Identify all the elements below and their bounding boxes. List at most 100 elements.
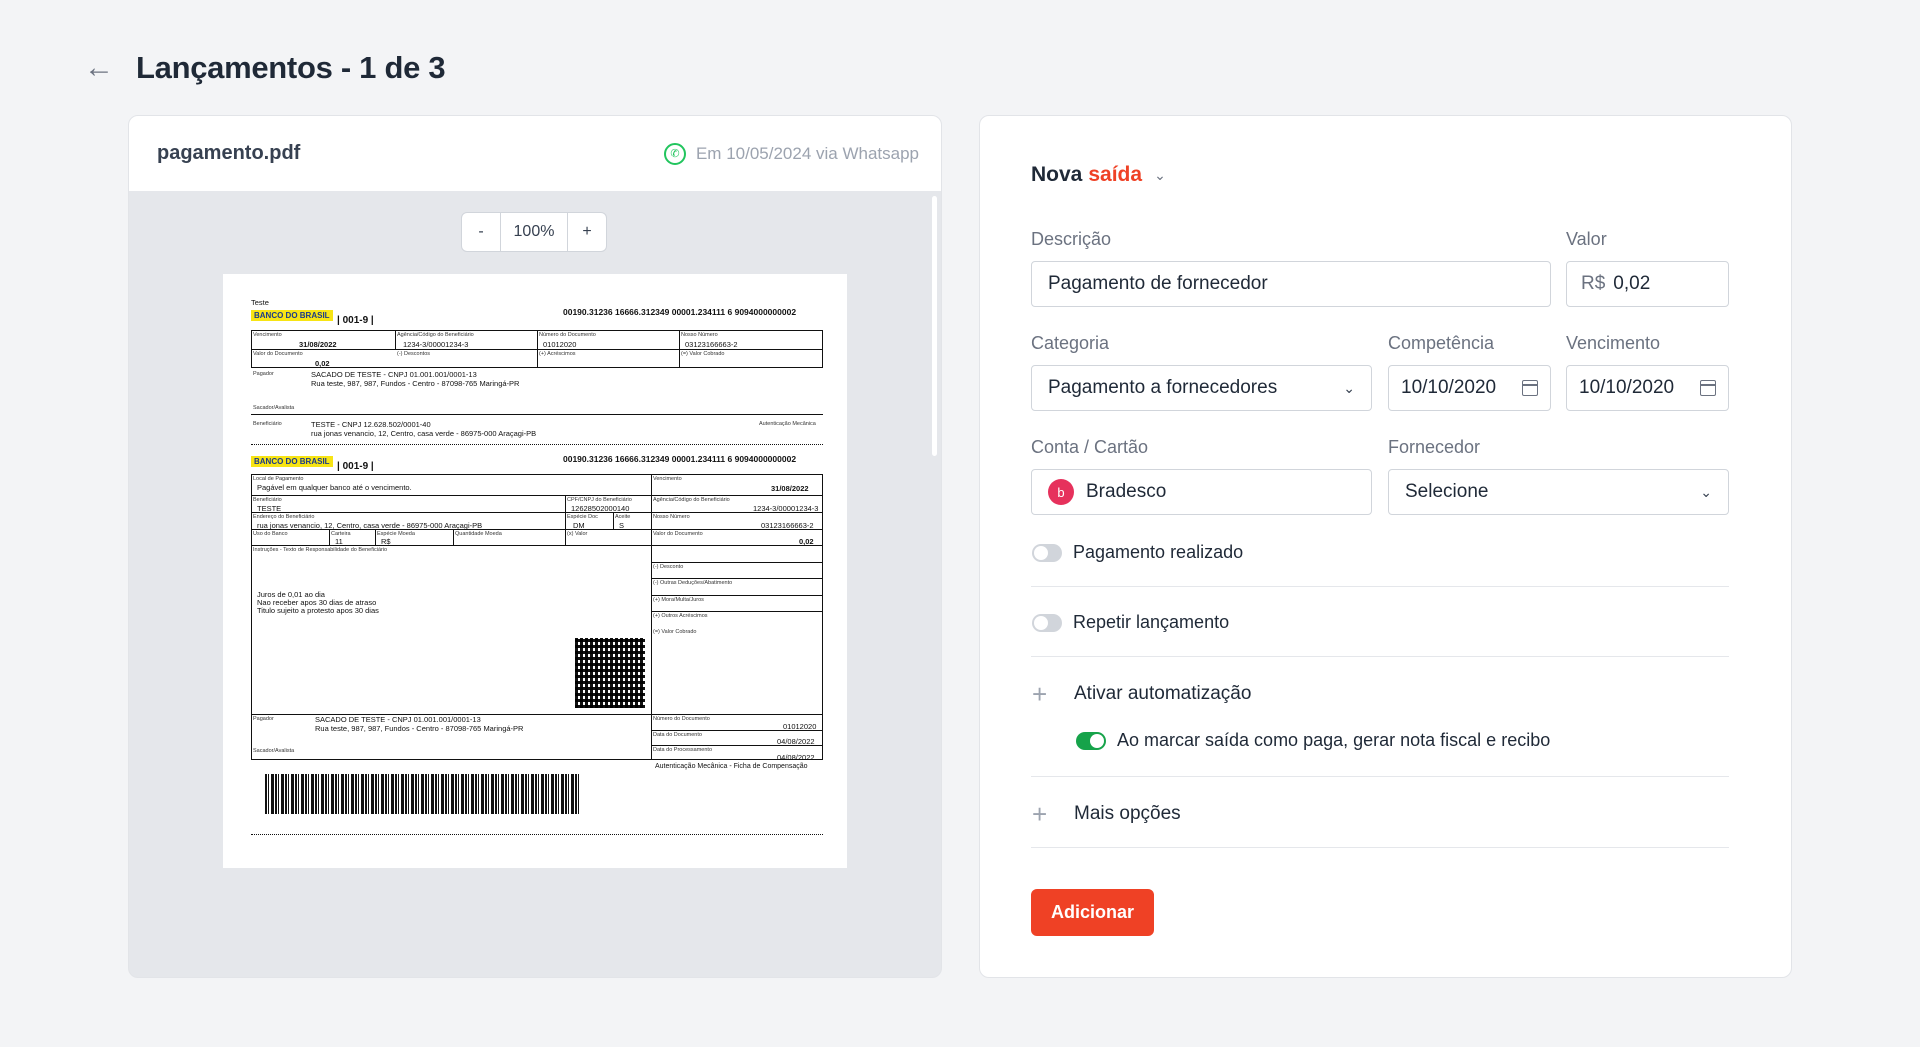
divider (1031, 656, 1729, 657)
descricao-field[interactable] (1031, 261, 1551, 307)
value: 11 (335, 537, 343, 546)
categoria-value: Pagamento a fornecedores (1048, 377, 1278, 398)
value: 04/08/2022 (777, 737, 815, 746)
value: 03123166663-2 (761, 521, 814, 530)
adicionar-button[interactable]: Adicionar (1031, 889, 1155, 936)
ficha-hline (251, 495, 823, 496)
categoria-select[interactable]: Pagamento a fornecedores ⌄ (1031, 365, 1372, 411)
ficha-vline (613, 512, 614, 529)
qr-code (575, 638, 645, 708)
entry-type-prefix: Nova (1031, 163, 1083, 186)
boleto-document: Teste BANCO DO BRASIL | 001-9 | 00190.31… (223, 274, 847, 868)
plus-icon[interactable]: + (1032, 681, 1047, 707)
label: Nosso Número (681, 332, 718, 338)
zoom-in-button[interactable]: + (568, 213, 606, 251)
value: 0,02 (799, 537, 814, 546)
value: Pagável em qualquer banco até o vencimen… (257, 483, 412, 492)
cut-line (251, 444, 823, 445)
label: Espécie Doc (567, 514, 598, 520)
value: 12628502000140 (571, 504, 630, 513)
calendar-icon[interactable] (1522, 380, 1538, 396)
chevron-down-icon: ⌄ (1154, 166, 1166, 183)
zoom-control: - 100% + (461, 212, 607, 252)
value: 01012020 (783, 722, 817, 731)
valor-label: Valor (1566, 229, 1607, 249)
repetir-toggle[interactable] (1032, 614, 1062, 632)
zoom-level: 100% (500, 213, 568, 251)
ficha-compensacao: Autenticação Mecânica - Ficha de Compens… (655, 763, 808, 770)
label: Local de Pagamento (253, 476, 304, 482)
viewer-scrollbar[interactable] (932, 196, 937, 456)
ficha-vline (453, 529, 454, 545)
zoom-out-button[interactable]: - (462, 213, 500, 251)
received-text: Em 10/05/2024 via Whatsapp (695, 143, 919, 163)
ficha-hline (651, 595, 823, 596)
value: R$ (381, 537, 391, 546)
label: Uso do Banco (253, 531, 288, 537)
calendar-icon[interactable] (1700, 380, 1716, 396)
value: Rua teste, 987, 987, Fundos - Centro - 8… (315, 724, 524, 733)
ficha-vline (329, 529, 330, 545)
file-name: pagamento.pdf (157, 142, 301, 164)
label: Data do Documento (653, 732, 702, 738)
pagamento-realizado-toggle[interactable] (1032, 544, 1062, 562)
fornecedor-label: Fornecedor (1388, 437, 1481, 457)
value: 31/08/2022 (299, 340, 337, 349)
ficha-hline (251, 512, 823, 513)
value: Rua teste, 987, 987, Fundos - Centro - 8… (311, 379, 520, 388)
competencia-label: Competência (1388, 333, 1495, 353)
vencimento-label: Vencimento (1566, 333, 1661, 353)
mais-opcoes-section[interactable]: Mais opções (1074, 803, 1181, 825)
ficha-vline (565, 495, 566, 529)
categoria-label: Categoria (1031, 333, 1110, 353)
received-info: ✆ Em 10/05/2024 via Whatsapp (663, 142, 919, 165)
value: 0,02 (315, 359, 330, 368)
label: Sacador/Avalista (253, 405, 295, 411)
bank-logo: BANCO DO BRASIL (251, 310, 333, 321)
label: Número do Documento (539, 332, 596, 338)
label: Pagador (253, 371, 274, 377)
conta-select[interactable]: b Bradesco (1031, 469, 1372, 515)
valor-field[interactable]: R$ (1566, 261, 1729, 307)
automatizacao-section[interactable]: Ativar automatização (1074, 683, 1251, 705)
plus-icon[interactable]: + (1032, 801, 1047, 827)
arrow-left-icon[interactable]: ← (84, 53, 114, 83)
descricao-label: Descrição (1031, 229, 1112, 249)
competencia-date-field[interactable]: 10/10/2020 (1388, 365, 1551, 411)
value: 04/08/2022 (777, 753, 815, 762)
page-title: Lançamentos - 1 de 3 (136, 50, 446, 85)
label: Sacador/Avalista (253, 748, 295, 754)
fornecedor-select[interactable]: Selecione ⌄ (1388, 469, 1729, 515)
divider (1031, 586, 1729, 587)
viewer-header: pagamento.pdf ✆ Em 10/05/2024 via Whatsa… (129, 116, 941, 191)
vencimento-date-field[interactable]: 10/10/2020 (1566, 365, 1729, 411)
fornecedor-value: Selecione (1405, 481, 1489, 502)
label: Vencimento (253, 332, 282, 338)
chevron-down-icon: ⌄ (1343, 379, 1355, 396)
bank-code: | 001-9 | (337, 461, 374, 472)
label: Agência/Código do Beneficiário (397, 332, 474, 338)
value: 01012020 (543, 340, 577, 349)
label: Vencimento (653, 476, 682, 482)
receipt-vline (395, 330, 396, 349)
value: 1234-3/00001234-3 (753, 504, 819, 513)
descricao-input[interactable] (1048, 273, 1534, 295)
value: DM (573, 521, 585, 530)
label: Beneficiário (253, 497, 282, 503)
whatsapp-icon: ✆ (663, 142, 686, 165)
automatizacao-toggle[interactable] (1076, 732, 1106, 750)
pagamento-realizado-label: Pagamento realizado (1073, 542, 1244, 562)
divider (1031, 776, 1729, 777)
valor-input[interactable] (1613, 273, 1712, 295)
instruction: Titulo sujeito a protesto apos 30 dias (257, 606, 379, 615)
barcode (265, 774, 581, 814)
document-viewer: pagamento.pdf ✆ Em 10/05/2024 via Whatsa… (128, 115, 942, 978)
label: Endereço do Beneficiário (253, 514, 315, 520)
label: Valor do Documento (653, 531, 703, 537)
label: (+) Outros Acréscimos (653, 613, 708, 619)
value: TESTE (257, 504, 282, 513)
label: (-) Desconto (653, 564, 684, 570)
bank-logo: BANCO DO BRASIL (251, 456, 333, 467)
entry-type-dropdown[interactable]: Nova saída ⌄ (1031, 163, 1166, 187)
cut-line (251, 834, 823, 835)
